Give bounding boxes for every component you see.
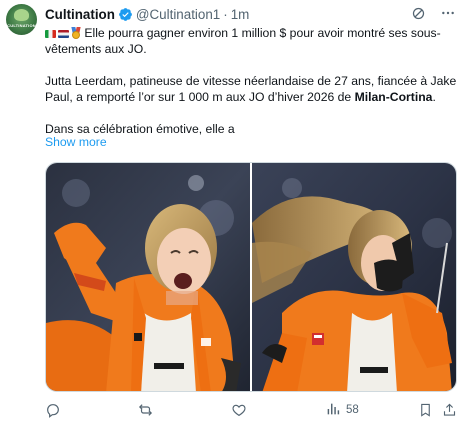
tweet-text: Elle pourra gagner environ 1 million $ p… xyxy=(45,25,457,137)
media-grid xyxy=(45,162,457,392)
views-button[interactable]: 58 xyxy=(325,401,359,419)
retweet-icon[interactable] xyxy=(137,401,154,419)
verified-badge-icon xyxy=(118,7,133,22)
tweet-header: Cultination @Cultination1 · 1m xyxy=(45,5,249,23)
avatar[interactable]: CULTINATION xyxy=(6,4,37,35)
display-name[interactable]: Cultination xyxy=(45,7,115,22)
handle[interactable]: @Cultination1 xyxy=(136,7,220,22)
tweet-para2-text: Paul, a remporté l’or sur 1 000 m aux JO… xyxy=(45,90,355,104)
grok-icon[interactable] xyxy=(410,5,426,21)
views-count: 58 xyxy=(346,404,359,416)
tweet-para2-bold: Milan-Cortina xyxy=(354,90,433,104)
tweet-line-1: Elle pourra gagner environ 1 million $ p… xyxy=(45,25,457,41)
tweet-line-1-text: Elle pourra gagner environ 1 million $ p… xyxy=(84,26,441,40)
views-icon xyxy=(325,401,341,420)
flags xyxy=(45,30,69,38)
top-right-actions xyxy=(410,5,456,21)
netherlands-flag-icon xyxy=(58,30,69,38)
tweet-para2-line-1: Jutta Leerdam, patineuse de vitesse néer… xyxy=(45,74,457,88)
tweet-para2-end: . xyxy=(432,90,436,104)
avatar-text: CULTINATION xyxy=(7,23,36,28)
action-bar: 58 xyxy=(45,401,457,419)
like-icon[interactable] xyxy=(231,401,247,419)
tweet-line-2: vêtements aux JO. xyxy=(45,42,147,56)
medal-icon xyxy=(71,27,81,39)
separator-dot: · xyxy=(223,6,228,22)
photo-left[interactable] xyxy=(46,163,250,391)
show-more-link[interactable]: Show more xyxy=(45,135,107,149)
timestamp[interactable]: 1m xyxy=(231,7,250,22)
more-icon[interactable] xyxy=(440,5,456,21)
photo-right[interactable] xyxy=(252,163,456,391)
tweet-paragraph-2: Jutta Leerdam, patineuse de vitesse néer… xyxy=(45,73,457,105)
reply-icon[interactable] xyxy=(45,401,61,419)
italy-flag-icon xyxy=(45,30,56,38)
avatar-leaf xyxy=(14,9,29,21)
bookmark-icon[interactable] xyxy=(418,401,433,419)
tweet-para2-line-2: Paul, a remporté l’or sur 1 000 m aux JO… xyxy=(45,89,457,105)
tweet[interactable]: CULTINATION Cultination @Cultination1 · … xyxy=(0,0,464,425)
share-icon[interactable] xyxy=(442,401,457,419)
